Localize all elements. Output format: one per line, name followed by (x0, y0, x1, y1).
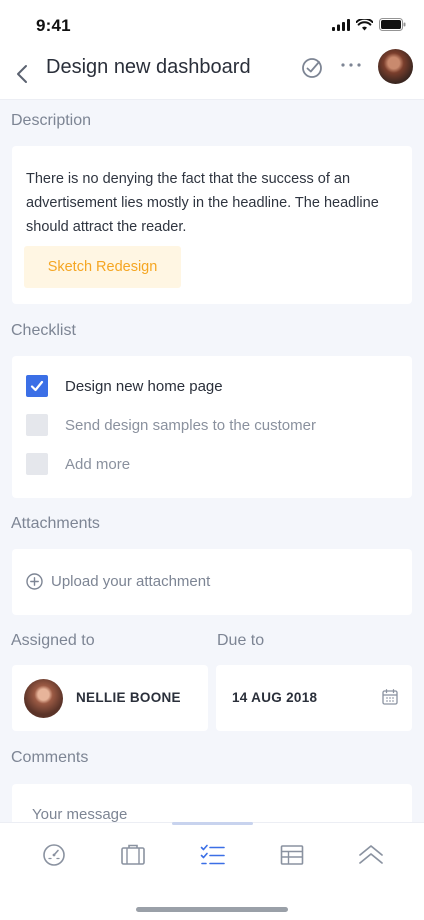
upload-attachment-button[interactable]: Upload your attachment (26, 573, 210, 590)
briefcase-icon (121, 844, 145, 865)
checkbox[interactable] (26, 414, 48, 436)
attachments-card: Upload your attachment (12, 549, 412, 615)
description-text: There is no denying the fact that the su… (26, 171, 379, 235)
calendar-icon[interactable] (382, 689, 398, 705)
checkbox[interactable] (26, 453, 48, 475)
assignee-name: NELLIE BOONE (76, 690, 181, 705)
dashboard-icon (43, 844, 65, 866)
avatar[interactable] (378, 49, 413, 84)
comment-placeholder: Your message (32, 806, 128, 823)
add-more-item[interactable]: Add more (26, 453, 130, 475)
more-icon[interactable] (340, 62, 362, 68)
checklist-card: Design new home page Send design samples… (12, 356, 412, 498)
checklist-item[interactable]: Design new home page (26, 375, 223, 397)
wifi-icon (356, 18, 373, 30)
assignee-card[interactable]: NELLIE BOONE (12, 665, 208, 731)
checkbox-checked[interactable] (26, 375, 48, 397)
description-label: Description (11, 112, 92, 129)
checklist-item[interactable]: Send design samples to the customer (26, 414, 316, 436)
table-icon (280, 845, 304, 865)
description-card: There is no denying the fact that the su… (12, 146, 412, 304)
back-button[interactable] (10, 56, 34, 92)
comments-label: Comments (11, 749, 89, 766)
tab-tasks[interactable] (200, 842, 226, 868)
due-date-value: 14 AUG 2018 (232, 690, 318, 705)
home-indicator (136, 907, 288, 912)
status-time: 9:41 (36, 16, 71, 35)
add-more-label: Add more (65, 455, 131, 473)
tab-more[interactable] (358, 842, 384, 868)
chevrons-up-icon (359, 845, 383, 864)
assigned-label: Assigned to (11, 632, 95, 649)
assignee-avatar (24, 679, 63, 718)
page-title: Design new dashboard (46, 56, 251, 78)
upload-attachment-label: Upload your attachment (51, 573, 211, 590)
tab-projects[interactable] (120, 842, 146, 868)
battery-icon (379, 18, 406, 31)
checklist-item-label: Design new home page (65, 377, 223, 395)
tab-dashboard[interactable] (41, 842, 67, 868)
active-tab-indicator (172, 822, 253, 825)
status-bar: 9:41 (0, 0, 424, 48)
checklist-item-label: Send design samples to the customer (65, 416, 316, 434)
signal-icon (332, 18, 350, 31)
plus-circle-icon (26, 573, 43, 590)
checklist-icon (200, 844, 225, 865)
tab-bar (0, 822, 424, 920)
chevron-left-icon (17, 65, 27, 83)
tag-badge[interactable]: Sketch Redesign (24, 246, 181, 288)
due-date-field[interactable]: 14 AUG 2018 (216, 665, 412, 731)
checklist-label: Checklist (11, 322, 76, 339)
check-circle-icon[interactable] (300, 56, 324, 80)
checkmark-icon (30, 380, 44, 392)
due-label: Due to (217, 632, 265, 649)
attachments-label: Attachments (11, 515, 100, 532)
nav-bar: Design new dashboard (0, 48, 424, 100)
status-icons (332, 18, 406, 31)
tab-reports[interactable] (279, 842, 305, 868)
